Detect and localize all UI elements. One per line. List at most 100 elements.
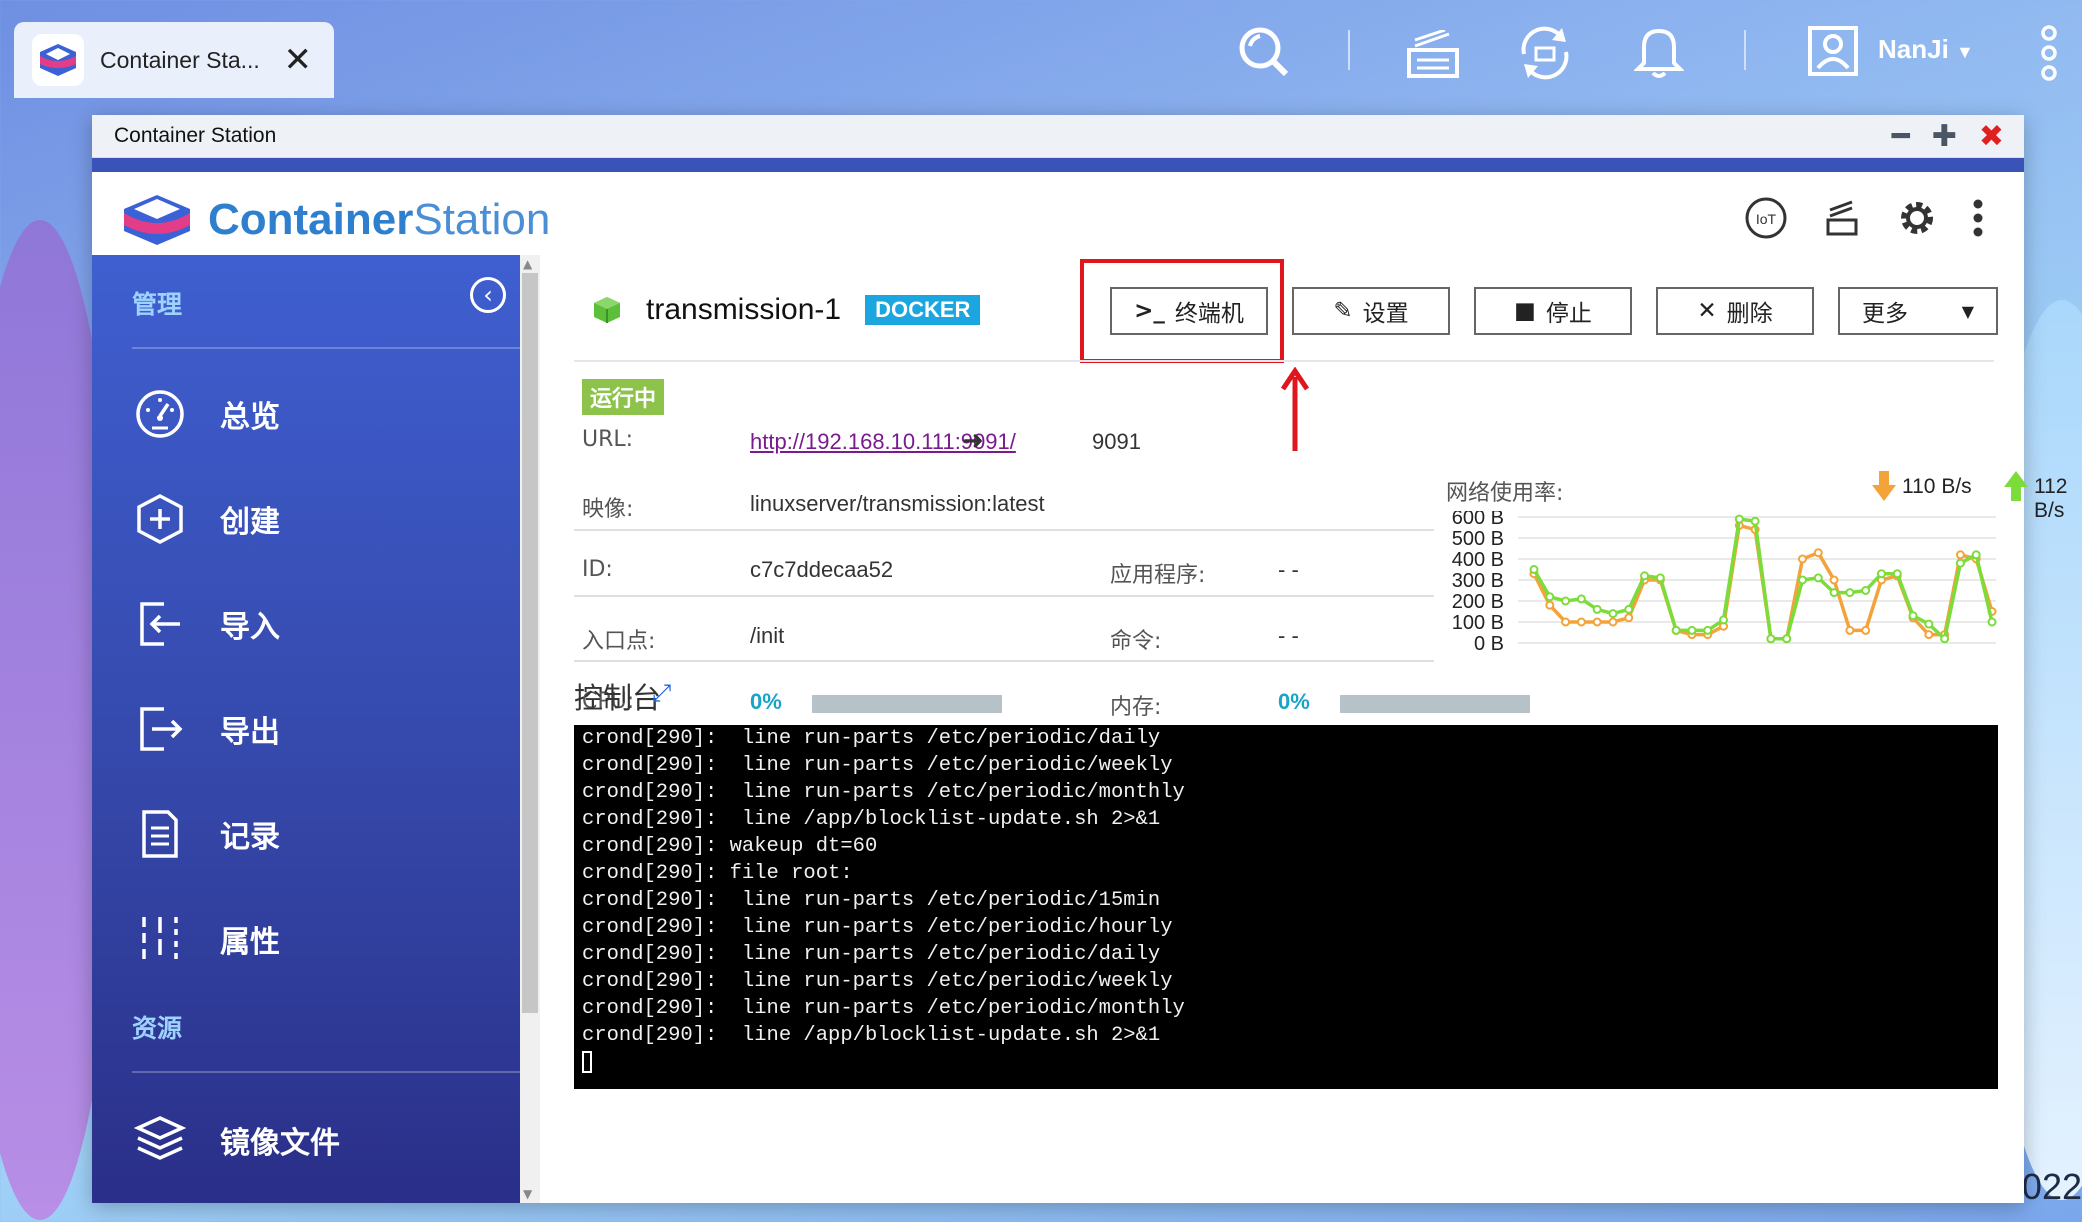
download-arrow-icon <box>1872 471 1896 505</box>
sidebar-scrollbar[interactable]: ▲ ▼ <box>520 255 540 1203</box>
sync-device-icon[interactable] <box>1512 20 1578 86</box>
user-avatar-icon[interactable] <box>1800 18 1866 84</box>
upload-data-point <box>1640 571 1650 581</box>
delete-button[interactable]: ✕ 删除 <box>1656 287 1814 335</box>
upload-data-point <box>1782 634 1792 644</box>
upload-data-point <box>1545 592 1555 602</box>
console-line: crond[290]: line run-parts /etc/periodic… <box>582 943 1161 966</box>
sidebar-section-manage: 管理 <box>132 290 183 319</box>
dropdown-caret-icon: ▼ <box>1961 301 1974 321</box>
sidebar-divider <box>132 1071 520 1073</box>
upload-data-point <box>1987 617 1997 627</box>
delete-button-label: 删除 <box>1726 301 1773 327</box>
sidebar-divider <box>132 347 520 349</box>
upload-data-point <box>1608 609 1618 619</box>
y-tick-label: 100 B <box>1452 612 1504 634</box>
expand-console-icon[interactable]: ⤢ <box>652 679 671 707</box>
scroll-down-icon[interactable]: ▼ <box>523 1187 532 1201</box>
app-label: 应用程序: <box>1110 563 1206 588</box>
upload-data-point <box>1592 604 1602 614</box>
close-tab-icon[interactable]: ✕ <box>284 40 313 80</box>
port-value: 9091 <box>1092 429 1141 454</box>
download-data-point <box>1829 575 1839 585</box>
sidebar-item-images[interactable]: 镜像文件 <box>132 1095 512 1185</box>
settings-gear-icon[interactable] <box>1896 197 1938 243</box>
y-tick-label: 0 B <box>1474 633 1504 651</box>
background-tasks-icon[interactable] <box>1400 22 1466 88</box>
id-value: c7c7ddecaa52 <box>750 557 894 582</box>
stop-button-label: 停止 <box>1545 301 1592 327</box>
stop-button[interactable]: ■ 停止 <box>1474 287 1632 335</box>
sidebar: 管理 ‹ 总览 创建 导入 导出 记录 属性 资源 镜像文件 <box>92 255 520 1203</box>
container-station-app-icon <box>32 34 84 86</box>
brand-name-part1: Container <box>208 195 414 244</box>
close-window-icon[interactable]: ✖ <box>1979 119 2004 154</box>
settings-button-label: 设置 <box>1362 301 1409 327</box>
y-tick-label: 500 B <box>1452 528 1504 550</box>
upload-data-point <box>1845 588 1855 598</box>
user-name[interactable]: NanJi ▼ <box>1878 34 1974 65</box>
annotation-highlight-box <box>1080 259 1284 363</box>
search-icon[interactable] <box>1230 18 1296 84</box>
url-label: URL: <box>582 427 634 452</box>
sidebar-item-label: 记录 <box>220 820 280 855</box>
row-divider <box>574 595 1434 597</box>
cursor-icon <box>582 1050 592 1073</box>
container-name: transmission-1 <box>646 293 842 326</box>
minimize-icon[interactable]: ━ <box>1892 119 1910 154</box>
taskbar-tab-title: Container Sta... <box>100 46 260 73</box>
console-line: crond[290]: line /app/blocklist-update.s… <box>582 1024 1161 1047</box>
export-icon <box>132 701 188 757</box>
console-line: crond[290]: line run-parts /etc/periodic… <box>582 754 1173 777</box>
background-tasks-icon[interactable] <box>1822 198 1862 242</box>
network-usage-chart: 600 B500 B400 B300 B200 B100 B0 B <box>1452 511 1997 651</box>
maximize-icon[interactable]: ✚ <box>1932 119 1957 154</box>
upload-data-point <box>1719 615 1729 625</box>
console-output[interactable]: crond[290]: line run-parts /etc/periodic… <box>574 725 1998 1089</box>
download-data-point <box>1592 617 1602 627</box>
more-options-icon[interactable] <box>2016 20 2082 86</box>
upload-data-point <box>1797 575 1807 585</box>
app-value: - - <box>1278 557 1299 582</box>
settings-button[interactable]: ✎ 设置 <box>1292 287 1450 335</box>
sidebar-item-import[interactable]: 导入 <box>132 579 512 669</box>
download-data-point <box>1624 613 1634 623</box>
sidebar-item-export[interactable]: 导出 <box>132 684 512 774</box>
container-detail-panel: transmission-1 DOCKER >_ 终端机 ✎ 设置 ■ 停止 ✕ 删除 … <box>540 255 2067 1203</box>
notification-bell-icon[interactable] <box>1626 18 1692 84</box>
console-line: crond[290]: line run-parts /etc/periodic… <box>582 970 1173 993</box>
sidebar-item-properties[interactable]: 属性 <box>132 894 512 984</box>
memory-percent: 0% <box>1278 689 1310 714</box>
row-divider <box>574 660 1434 662</box>
download-data-point <box>1545 600 1555 610</box>
console-line: crond[290]: line /app/blocklist-update.s… <box>582 808 1161 831</box>
upload-data-point <box>1861 586 1871 595</box>
download-rate: 110 B/s <box>1902 475 1972 498</box>
properties-icon <box>132 911 188 967</box>
status-badge: 运行中 <box>582 379 665 415</box>
dashboard-icon <box>132 386 188 442</box>
sidebar-item-create[interactable]: 创建 <box>132 474 512 564</box>
sidebar-item-overview[interactable]: 总览 <box>132 369 512 459</box>
command-label: 命令: <box>1110 629 1162 654</box>
id-label: ID: <box>582 557 613 582</box>
more-dropdown[interactable]: 更多 ▼ <box>1838 287 1998 335</box>
download-data-point <box>1797 554 1807 564</box>
window-titlebar[interactable]: Container Station ━ ✚ ✖ <box>92 115 2024 158</box>
brand-logo: ContainerStation <box>122 193 550 247</box>
taskbar-separator <box>1744 30 1746 70</box>
download-data-point <box>1561 617 1571 627</box>
sidebar-item-logs[interactable]: 记录 <box>132 789 512 879</box>
collapse-sidebar-icon[interactable]: ‹ <box>470 277 506 313</box>
taskbar-tab[interactable]: Container Sta... ✕ <box>14 22 334 98</box>
iot-icon[interactable]: IoT <box>1744 196 1788 244</box>
more-dropdown-label: 更多 <box>1862 301 1908 327</box>
scroll-up-icon[interactable]: ▲ <box>523 257 532 271</box>
more-vertical-icon[interactable] <box>1972 198 1984 242</box>
upload-data-point <box>1813 573 1823 583</box>
delete-x-icon: ✕ <box>1697 298 1717 324</box>
scrollbar-thumb[interactable] <box>522 273 538 1013</box>
upload-data-point <box>1908 611 1918 621</box>
download-data-point <box>1608 617 1618 627</box>
import-icon <box>132 596 188 652</box>
